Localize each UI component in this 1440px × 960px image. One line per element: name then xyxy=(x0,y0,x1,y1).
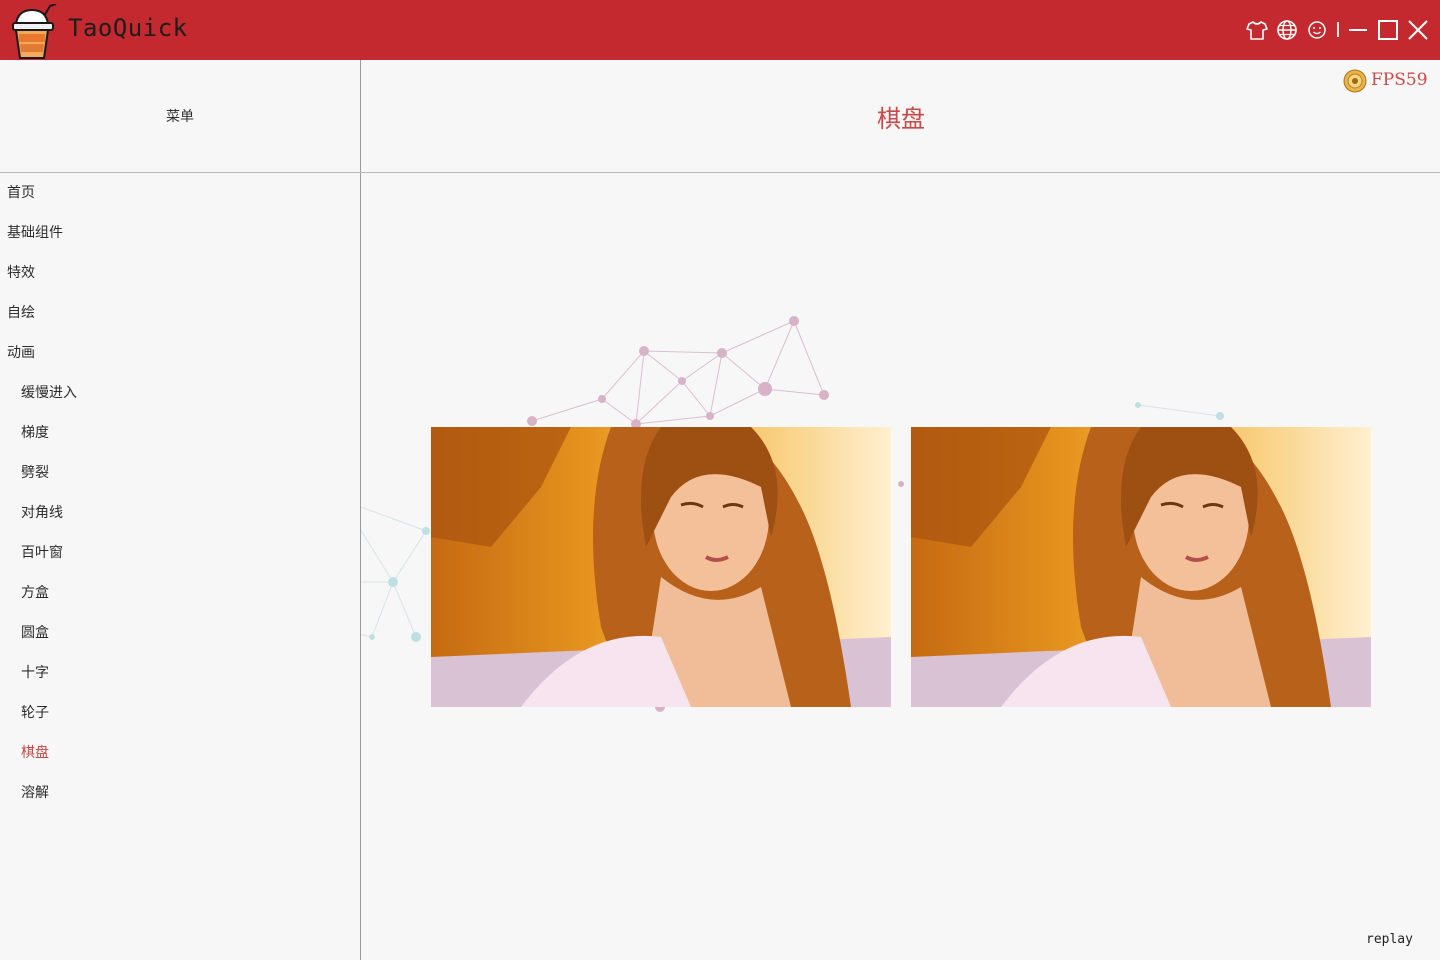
menu-item-box[interactable]: 方盒 xyxy=(21,584,49,602)
menu-item-effects[interactable]: 特效 xyxy=(7,264,35,282)
menu-item-split[interactable]: 劈裂 xyxy=(21,464,49,482)
page-title: 棋盘 xyxy=(877,105,925,133)
sidebar-header: 菜单 xyxy=(0,60,360,172)
titlebar-separator xyxy=(1337,22,1339,37)
sidebar-title: 菜单 xyxy=(166,109,194,125)
menu-item-wheel[interactable]: 轮子 xyxy=(21,704,49,722)
maximize-icon[interactable] xyxy=(1376,17,1400,43)
menu-item-gradient[interactable]: 梯度 xyxy=(21,424,49,442)
menu-item-basic-components[interactable]: 基础组件 xyxy=(7,224,63,242)
portrait-image xyxy=(911,427,1371,707)
close-icon[interactable] xyxy=(1406,17,1430,43)
title-bar[interactable]: TaoQuick xyxy=(0,0,1440,60)
menu-item-animation[interactable]: 动画 xyxy=(7,344,35,362)
menu-item-circle[interactable]: 圆盒 xyxy=(21,624,49,642)
vertical-divider xyxy=(360,60,361,960)
app-title: TaoQuick xyxy=(68,14,188,42)
menu-item-cross[interactable]: 十字 xyxy=(21,664,49,682)
app-logo-icon xyxy=(10,3,60,60)
menu-item-blinds[interactable]: 百叶窗 xyxy=(21,544,63,562)
fps-value: FPS59 xyxy=(1371,70,1428,90)
menu-item-custom-paint[interactable]: 自绘 xyxy=(7,304,35,322)
portrait-image xyxy=(431,427,891,707)
smiley-icon[interactable] xyxy=(1305,17,1329,43)
menu-item-dissolve[interactable]: 溶解 xyxy=(21,784,49,802)
fps-badge-icon xyxy=(1343,69,1367,93)
horizontal-divider xyxy=(0,172,1440,173)
menu-item-ease-in[interactable]: 缓慢进入 xyxy=(21,384,77,402)
menu-item-diagonal[interactable]: 对角线 xyxy=(21,504,63,522)
minimize-icon[interactable] xyxy=(1346,17,1370,43)
replay-button[interactable]: replay xyxy=(1366,932,1413,947)
globe-icon[interactable] xyxy=(1275,17,1299,43)
menu-item-checkerboard[interactable]: 棋盘 xyxy=(21,744,49,762)
shirt-icon[interactable] xyxy=(1245,17,1269,43)
menu-item-home[interactable]: 首页 xyxy=(7,184,35,202)
